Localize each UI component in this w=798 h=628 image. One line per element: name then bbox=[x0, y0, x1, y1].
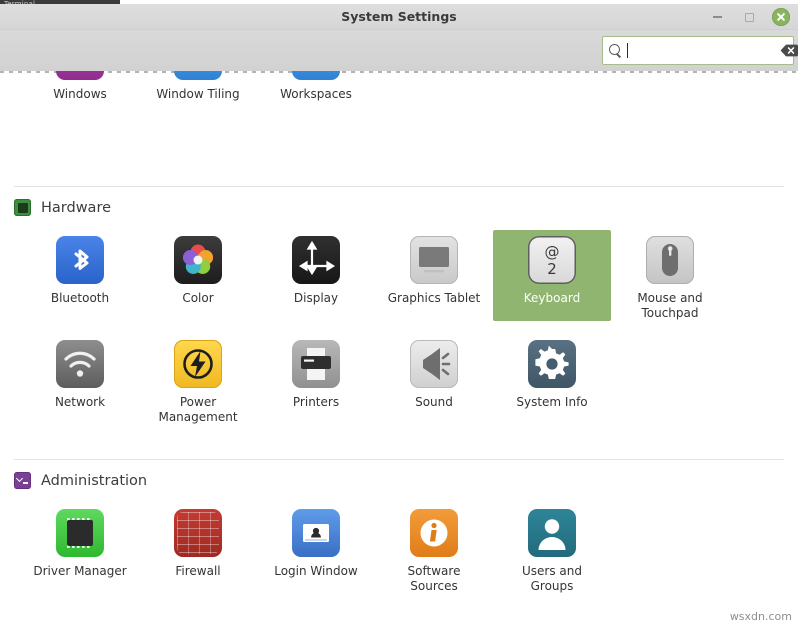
section-separator-administration bbox=[14, 459, 784, 460]
grid-item-label: Mouse and Touchpad bbox=[637, 291, 703, 320]
system-settings-window: Terminal System Settings bbox=[0, 0, 798, 628]
driver-manager-icon bbox=[56, 509, 104, 557]
text-caret bbox=[627, 43, 628, 58]
grid-item-label: Graphics Tablet bbox=[387, 291, 481, 305]
restore-icon bbox=[744, 12, 754, 22]
keyboard-icon: @ 2 bbox=[528, 236, 576, 284]
close-button[interactable] bbox=[772, 8, 790, 26]
window-title: System Settings bbox=[341, 9, 457, 24]
grid-item-firewall[interactable]: Firewall bbox=[139, 503, 257, 594]
grid-item-label: Windows bbox=[53, 87, 107, 101]
section-title: Hardware bbox=[41, 199, 112, 216]
grid-item-display[interactable]: Display bbox=[257, 230, 375, 321]
grid-item-software-sources[interactable]: Software Sources bbox=[375, 503, 493, 594]
clear-search-icon[interactable] bbox=[780, 44, 798, 57]
section-header-administration: Administration bbox=[14, 472, 147, 489]
grid-item-label: Login Window bbox=[274, 564, 358, 578]
grid-item-label: Power Management bbox=[158, 395, 238, 424]
section-header-hardware: Hardware bbox=[14, 199, 111, 216]
search-icon bbox=[609, 44, 622, 57]
grid-item-system-info[interactable]: System Info bbox=[493, 334, 611, 425]
grid-item-sound[interactable]: Sound bbox=[375, 334, 493, 425]
color-icon bbox=[174, 236, 222, 284]
grid-item-label: Driver Manager bbox=[33, 564, 127, 578]
hardware-row-1: Bluetooth Color Display Graphics Tablet … bbox=[0, 230, 798, 321]
windows-icon bbox=[56, 71, 104, 80]
maximize-button[interactable] bbox=[740, 8, 758, 26]
grid-item-label: Firewall bbox=[175, 564, 221, 578]
chip-icon bbox=[14, 199, 31, 216]
grid-item-label: Users and Groups bbox=[522, 564, 582, 593]
software-sources-icon bbox=[410, 509, 458, 557]
grid-item-label: Workspaces bbox=[280, 87, 352, 101]
grid-item-keyboard[interactable]: @ 2 Keyboard bbox=[493, 230, 611, 321]
toolbar bbox=[0, 30, 798, 71]
users-groups-icon bbox=[528, 509, 576, 557]
grid-item-label: System Info bbox=[516, 395, 588, 409]
grid-item-graphics-tablet[interactable]: Graphics Tablet bbox=[375, 230, 493, 321]
window-controls bbox=[708, 4, 790, 30]
titlebar: System Settings bbox=[0, 4, 798, 30]
grid-item-workspaces[interactable]: Workspaces bbox=[257, 71, 375, 117]
display-icon bbox=[292, 236, 340, 284]
grid-item-printers[interactable]: Printers bbox=[257, 334, 375, 425]
mouse-touchpad-icon bbox=[646, 236, 694, 284]
grid-item-bluetooth[interactable]: Bluetooth bbox=[21, 230, 139, 321]
minimize-button[interactable] bbox=[708, 8, 726, 26]
grid-item-label: Sound bbox=[415, 395, 453, 409]
grid-item-power-management[interactable]: Power Management bbox=[139, 334, 257, 425]
grid-item-label: Printers bbox=[292, 395, 340, 409]
grid-item-users-groups[interactable]: Users and Groups bbox=[493, 503, 611, 594]
workspaces-icon bbox=[292, 71, 340, 80]
printers-icon bbox=[292, 340, 340, 388]
power-management-icon bbox=[174, 340, 222, 388]
search-box[interactable] bbox=[602, 36, 798, 65]
section-separator-hardware bbox=[14, 186, 784, 187]
watermark: wsxdn.com bbox=[729, 610, 792, 623]
hardware-row-2: Network Power Management Printers Sound … bbox=[0, 334, 798, 425]
login-window-icon bbox=[292, 509, 340, 557]
graphics-tablet-icon bbox=[410, 236, 458, 284]
close-icon bbox=[772, 8, 790, 26]
network-icon bbox=[56, 340, 104, 388]
grid-item-label: Display bbox=[293, 291, 339, 305]
minimize-icon bbox=[712, 16, 722, 18]
grid-item-label: Software Sources bbox=[407, 564, 461, 593]
partial-row-preferences: Windows Window Tiling Workspaces bbox=[0, 71, 798, 117]
grid-item-window-tiling[interactable]: Window Tiling bbox=[139, 71, 257, 117]
svg-text:2: 2 bbox=[547, 260, 557, 278]
grid-item-label: Color bbox=[182, 291, 214, 305]
grid-item-windows[interactable]: Windows bbox=[21, 71, 139, 117]
search-input[interactable] bbox=[630, 40, 780, 61]
terminal-icon bbox=[14, 472, 31, 489]
grid-item-label: Bluetooth bbox=[50, 291, 110, 305]
grid-item-mouse-touchpad[interactable]: Mouse and Touchpad bbox=[611, 230, 729, 321]
grid-item-driver-manager[interactable]: Driver Manager bbox=[21, 503, 139, 594]
administration-row-1: Driver Manager Firewall Login Window Sof… bbox=[0, 503, 798, 594]
settings-content: Windows Window Tiling Workspaces Hardwar… bbox=[0, 71, 798, 628]
grid-item-label: Window Tiling bbox=[156, 87, 240, 101]
bluetooth-icon bbox=[56, 236, 104, 284]
system-info-icon bbox=[528, 340, 576, 388]
window-tiling-icon bbox=[174, 71, 222, 80]
grid-item-label: Network bbox=[54, 395, 106, 409]
firewall-icon bbox=[174, 509, 222, 557]
sound-icon bbox=[410, 340, 458, 388]
grid-item-login-window[interactable]: Login Window bbox=[257, 503, 375, 594]
grid-item-network[interactable]: Network bbox=[21, 334, 139, 425]
grid-item-color[interactable]: Color bbox=[139, 230, 257, 321]
svg-text:@: @ bbox=[545, 243, 560, 261]
section-title: Administration bbox=[41, 472, 148, 489]
grid-item-label: Keyboard bbox=[523, 291, 581, 305]
